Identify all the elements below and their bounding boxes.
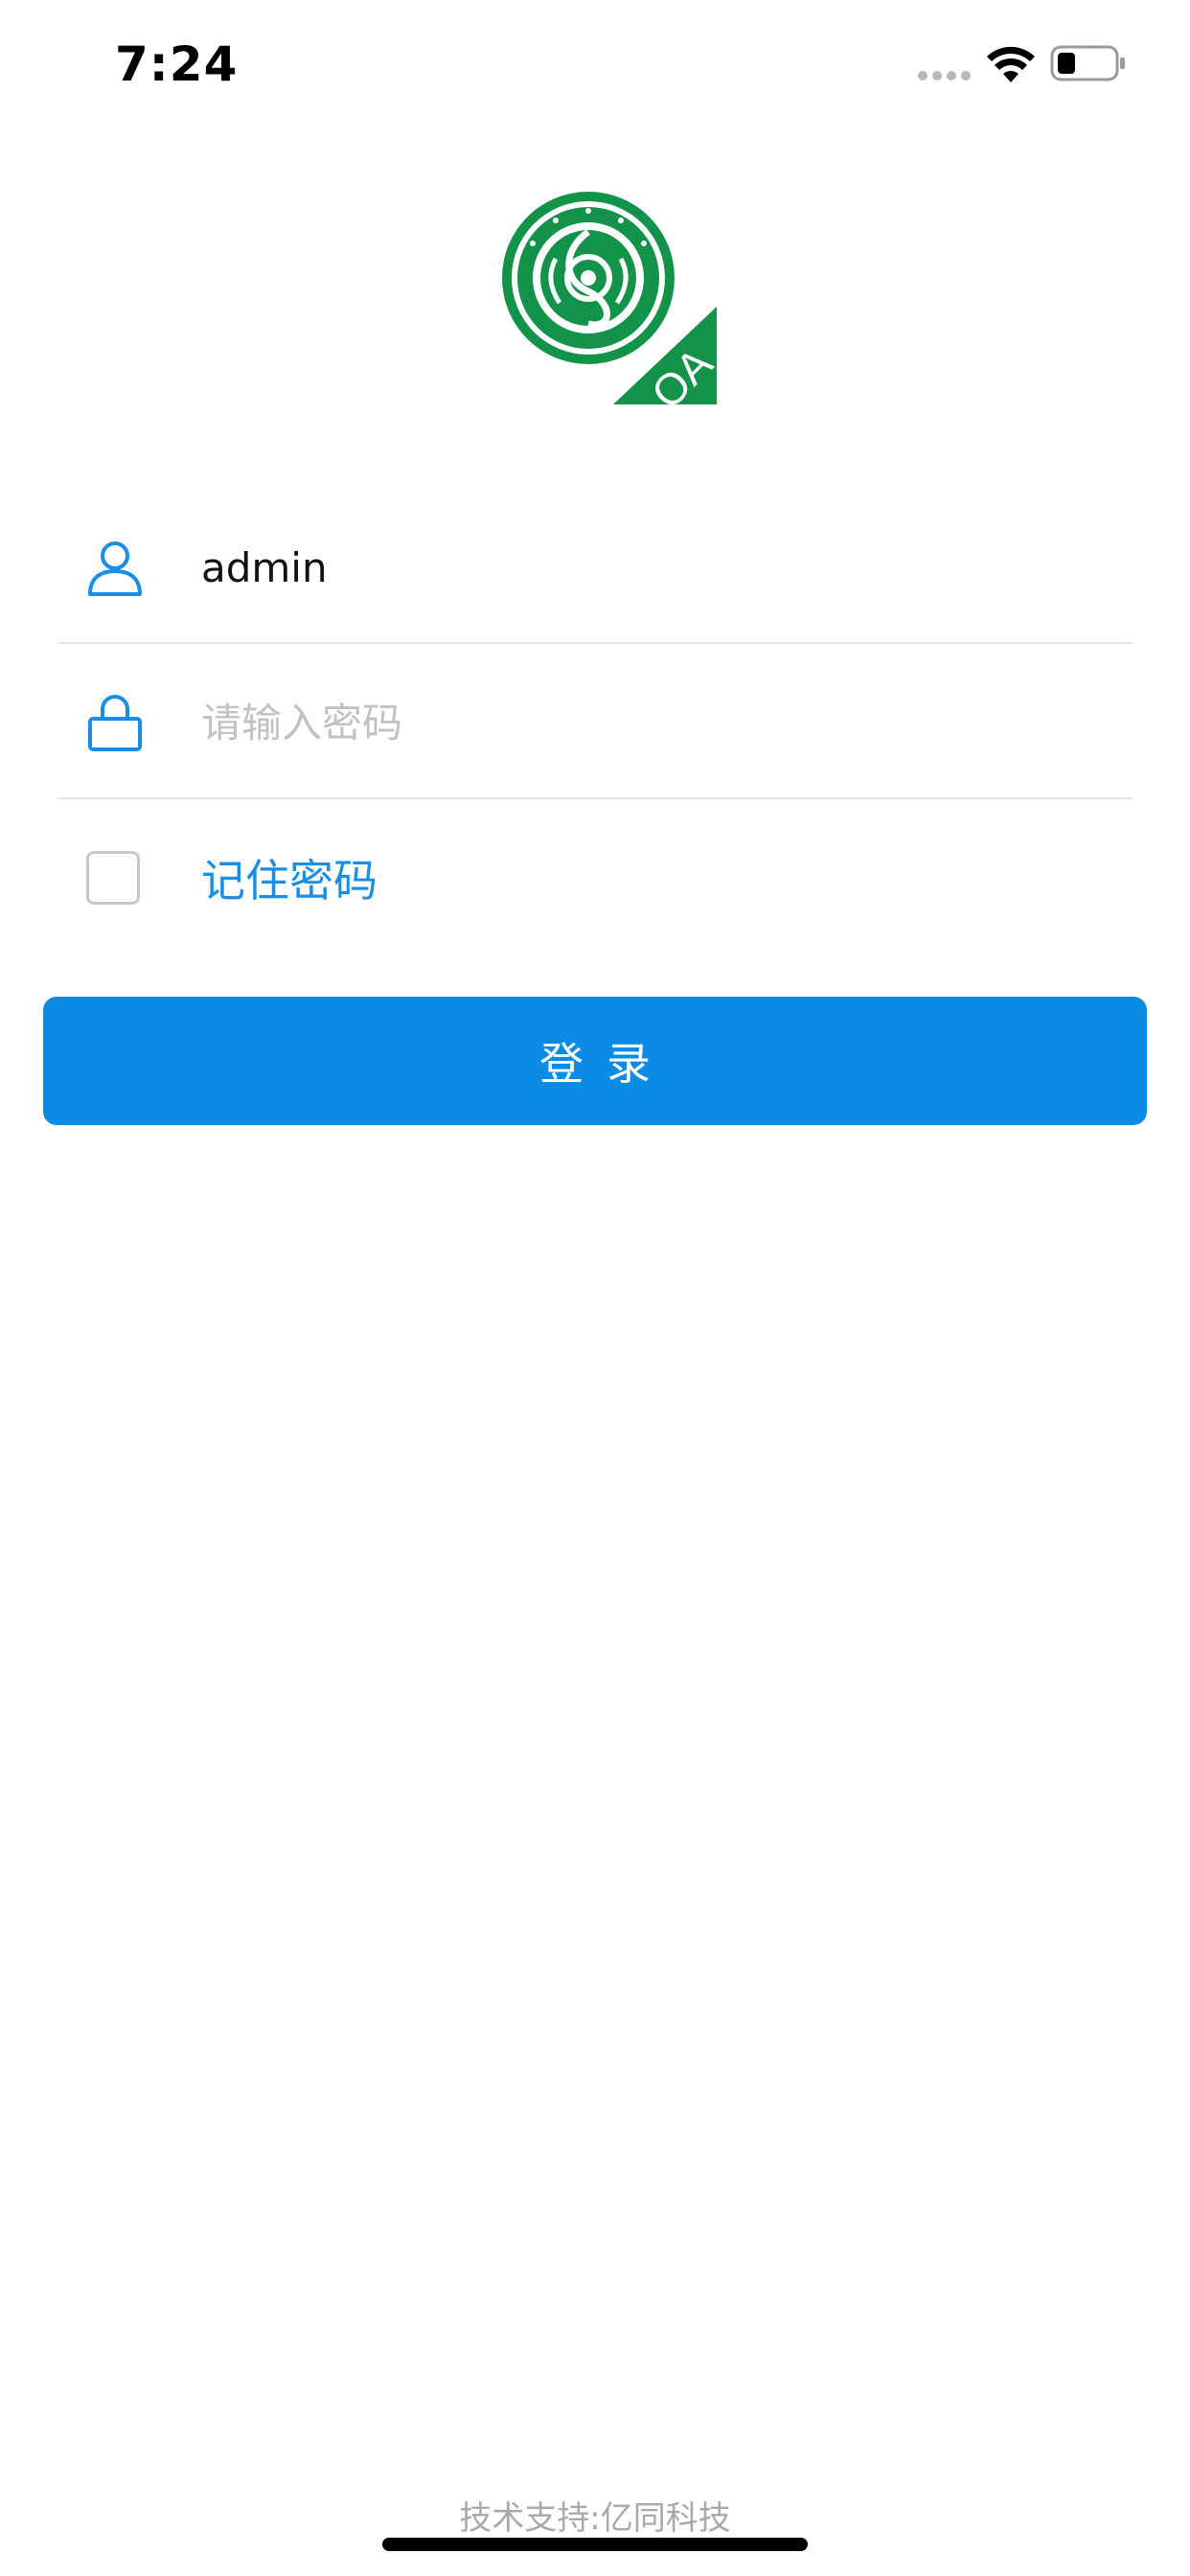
footer-support-text: 技术支持:亿同科技 [459, 2499, 731, 2538]
cellular-signal-icon [918, 71, 972, 82]
user-icon [84, 537, 146, 598]
wifi-icon [985, 44, 1037, 84]
username-row [57, 491, 1133, 644]
battery-icon [1050, 44, 1127, 82]
password-row [57, 646, 1133, 799]
remember-password-row: 记住密码 [57, 801, 1133, 954]
hospital-logo: OA [498, 192, 717, 404]
password-input[interactable] [201, 684, 1102, 761]
divider [57, 797, 1133, 799]
lock-icon [84, 692, 146, 753]
status-time: 7:24 [115, 36, 239, 92]
login-button[interactable]: 登录 [43, 997, 1147, 1125]
username-input[interactable] [201, 529, 1102, 606]
divider [57, 642, 1133, 644]
home-indicator [382, 2538, 808, 2551]
remember-password-label[interactable]: 记住密码 [201, 846, 378, 909]
remember-password-checkbox[interactable] [86, 851, 140, 905]
status-bar: 7:24 [0, 0, 1190, 134]
